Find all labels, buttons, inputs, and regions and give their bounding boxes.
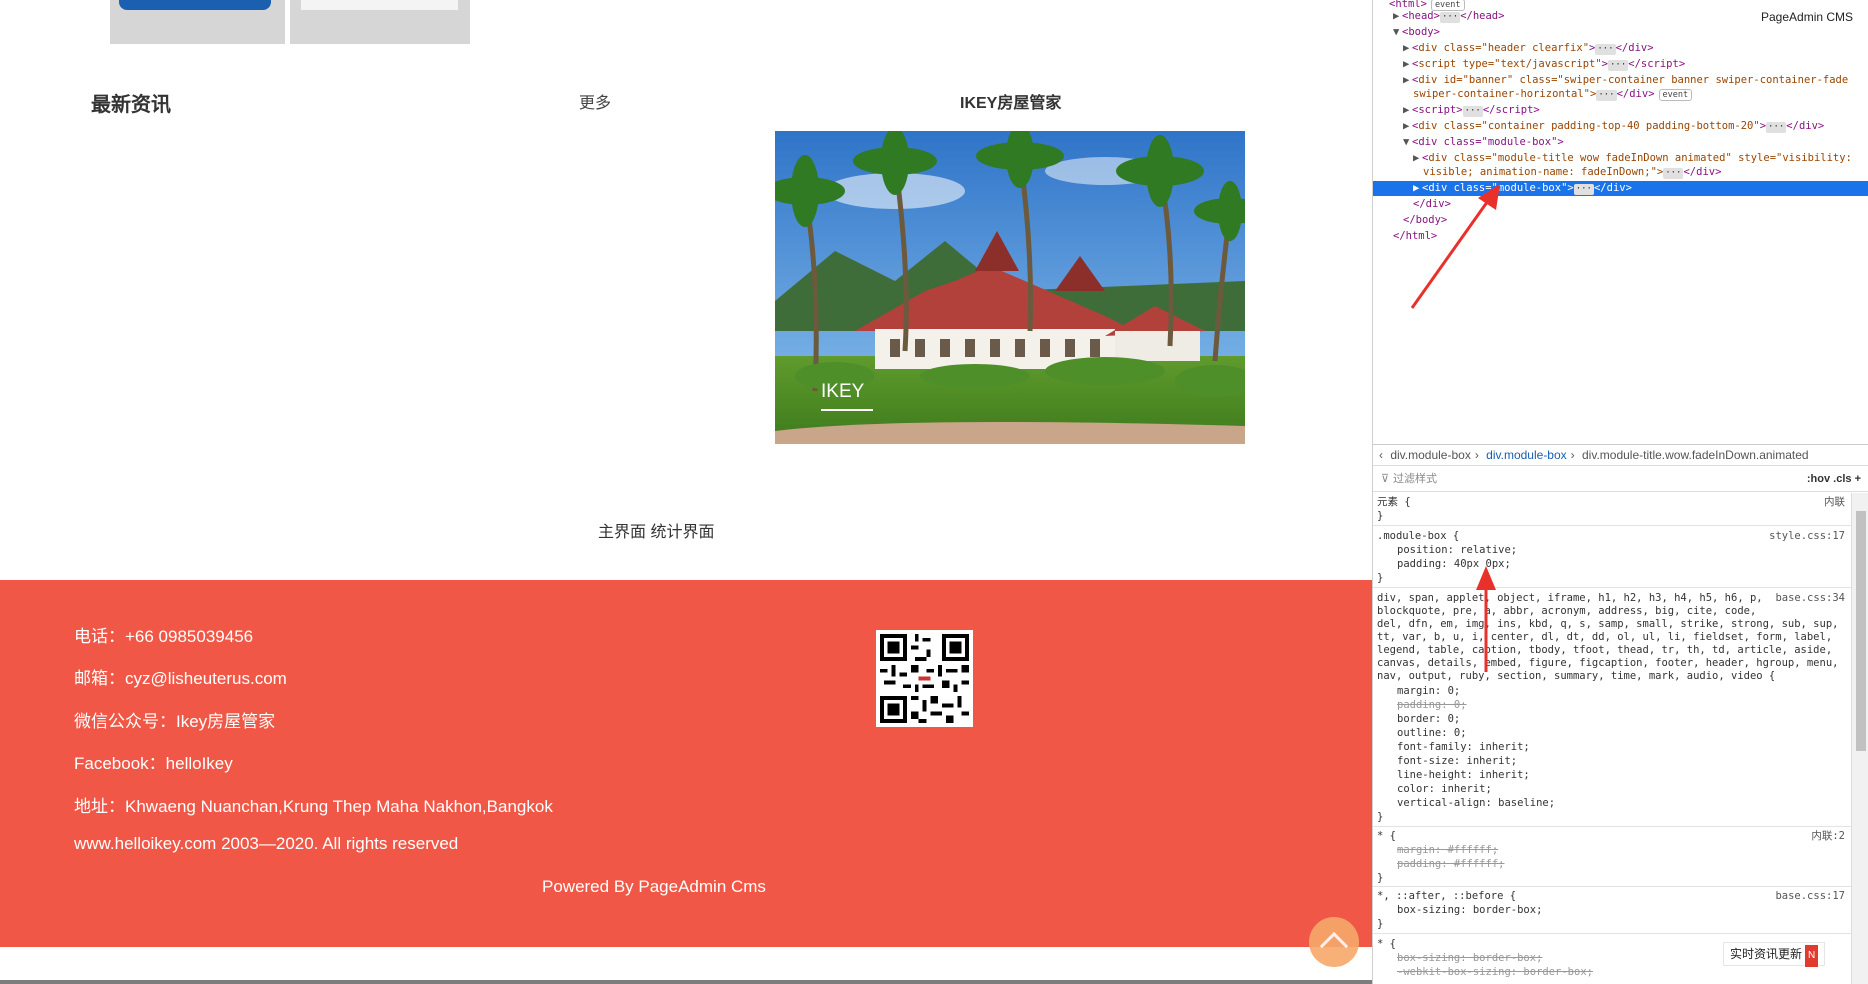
prop-vertical-align[interactable]: vertical-align: baseline; xyxy=(1397,796,1868,810)
dom-line-module-title-cont: visible; animation-name: fadeInDown;"> ··… xyxy=(1423,166,1722,179)
prop-box-sizing[interactable]: box-sizing: border-box; xyxy=(1397,903,1868,917)
prop-line-height[interactable]: line-height: inherit; xyxy=(1397,768,1868,782)
footer-phone: 电话：+66 0985039456 xyxy=(74,627,254,646)
devtools-panel: PageAdmin CMS <html> event ▶ <head> ··· </he… xyxy=(1372,0,1868,984)
dom-line-selected[interactable]: ▶ <div class="module-box"> ··· </div> xyxy=(1373,181,1868,196)
house-photo[interactable]: IKEY xyxy=(775,131,1245,444)
close-brace: } xyxy=(1377,510,1384,522)
news-heading: 最新资讯 xyxy=(91,94,171,116)
top-card-left xyxy=(110,0,285,44)
website-viewport: 最新资讯 更多 IKEY房屋管家 IKEY 主界面 统计界面 电话：+66 09… xyxy=(0,0,1372,984)
dom-line-body-close[interactable]: </body> xyxy=(1373,213,1868,228)
prop-margin[interactable]: margin: 0; xyxy=(1397,684,1868,698)
dom-line-script2[interactable]: ▶ <script> ··· </script> xyxy=(1373,103,1868,118)
dom-line-container[interactable]: ▶ <div class="container padding-top-40 pa… xyxy=(1373,119,1868,134)
prop-padding-overridden[interactable]: padding: 0; xyxy=(1397,698,1868,712)
chevron-left-icon[interactable]: ‹ xyxy=(1379,448,1383,462)
footer-copyright: www.helloikey.com 2003—2020. All rights … xyxy=(74,834,459,853)
photo-caption: IKEY xyxy=(821,381,865,402)
prop-font-size[interactable]: font-size: inherit; xyxy=(1397,754,1868,768)
prop-webkit-box-sizing[interactable]: -webkit-box-sizing: border-box; xyxy=(1397,965,1868,979)
rule-box-sizing[interactable]: *, ::after, ::before {base.css:17 xyxy=(1377,889,1855,903)
dom-line-script1[interactable]: ▶ <script type="text/javascript"> ··· </scr… xyxy=(1373,57,1868,72)
footer-address: 地址：Khwaeng Nuanchan,Krung Thep Maha Nakh… xyxy=(74,797,553,816)
filter-icon: ⊽ xyxy=(1381,473,1390,485)
dom-tree: <html> event ▶ <head> ··· </head> ▼ <body> ▶ <… xyxy=(1373,0,1868,440)
prop-outline[interactable]: outline: 0; xyxy=(1397,726,1868,740)
close-brace: } xyxy=(1377,572,1384,584)
page-bottom xyxy=(0,947,1372,984)
scrollbar-thumb[interactable] xyxy=(1856,511,1866,751)
breadcrumb: ‹ div.module-box › div.module-box › div.mo… xyxy=(1373,444,1868,466)
news-toast[interactable]: 实时资讯更新 N xyxy=(1723,942,1826,967)
styles-tools[interactable]: :hov .cls + xyxy=(1807,468,1861,491)
prop-font-family[interactable]: font-family: inherit; xyxy=(1397,740,1868,754)
styles-filter-input[interactable]: 过滤样式 xyxy=(1393,468,1437,491)
footer: 电话：+66 0985039456 邮箱：cyz@lisheuterus.com… xyxy=(0,580,1372,947)
dom-line-banner[interactable]: ▶ <div id="banner" class="swiper-containe… xyxy=(1373,73,1868,88)
prop-position[interactable]: position: relative; xyxy=(1397,543,1868,557)
styles-pane: 元素 {内联 } .module-box {style.css:17 posit… xyxy=(1373,493,1851,984)
element-style[interactable]: 元素 {内联 xyxy=(1377,495,1855,509)
breadcrumb-item[interactable]: div.module-title.wow.fadeInDown.animated xyxy=(1582,448,1809,462)
footer-wechat: 微信公众号：Ikey房屋管家 xyxy=(74,712,276,731)
footer-powered: Powered By PageAdmin Cms xyxy=(542,877,766,896)
prop-padding-invalid[interactable]: padding: #ffffff; xyxy=(1397,857,1868,871)
breadcrumb-item[interactable]: div.module-box xyxy=(1390,448,1470,462)
styles-scrollbar[interactable] xyxy=(1851,493,1868,984)
dom-line-header[interactable]: ▶ <div class="header clearfix"> ··· </div> xyxy=(1373,41,1868,56)
blue-button[interactable] xyxy=(119,0,271,10)
dom-line-html-close[interactable]: </html> xyxy=(1373,229,1868,244)
more-link[interactable]: 更多 xyxy=(579,89,611,113)
dom-line-head[interactable]: ▶ <head> ··· </head> xyxy=(1373,9,1868,24)
selector-line: nav, output, ruby, section, summary, tim… xyxy=(1377,670,1776,682)
dom-line-module-box[interactable]: ▼ <div class="module-box"> xyxy=(1373,135,1868,150)
rule-universal[interactable]: * {内联:2 xyxy=(1377,829,1855,843)
qr-code-icon xyxy=(876,630,973,727)
chevron-up-icon xyxy=(1319,931,1349,961)
breadcrumb-item-current[interactable]: div.module-box xyxy=(1486,448,1566,462)
selector-line: canvas, details, embed, figure, figcapti… xyxy=(1377,657,1839,669)
rule-reset-selector[interactable]: div, span, applet, object, iframe, h1, h… xyxy=(1377,591,1855,605)
scroll-to-top-button[interactable] xyxy=(1309,917,1359,967)
taskbar-strip xyxy=(0,980,1372,984)
styles-filter-bar: ⊽ 过滤样式 :hov .cls + xyxy=(1373,468,1868,492)
prop-border[interactable]: border: 0; xyxy=(1397,712,1868,726)
dom-line-div-close[interactable]: </div> xyxy=(1373,197,1868,212)
prop-margin-invalid[interactable]: margin: #ffffff; xyxy=(1397,843,1868,857)
switch-links: 主界面 统计界面 xyxy=(598,518,714,542)
dom-line-banner-cont: swiper-container-horizontal"> ··· </div> ev… xyxy=(1373,87,1868,102)
rule-module-box[interactable]: .module-box {style.css:17 xyxy=(1377,529,1855,543)
caption-underline xyxy=(821,409,873,411)
dom-line-module-title[interactable]: ▶ <div class="module-title wow fadeInDown… xyxy=(1373,151,1868,166)
dom-line-body[interactable]: ▼ <body> xyxy=(1373,25,1868,40)
main-view-link[interactable]: 主界面 xyxy=(598,524,646,541)
top-card-right xyxy=(290,0,470,44)
prop-color[interactable]: color: inherit; xyxy=(1397,782,1868,796)
selector-line: del, dfn, em, img, ins, kbd, q, s, samp,… xyxy=(1377,618,1839,630)
ikey-heading: IKEY房屋管家 xyxy=(960,95,1062,112)
selector-line: tt, var, b, u, i, center, dl, dt, dd, ol… xyxy=(1377,631,1833,643)
footer-email: 邮箱：cyz@lisheuterus.com xyxy=(74,669,287,688)
footer-facebook: Facebook：helloIkey xyxy=(74,754,233,773)
close-brace: } xyxy=(1377,811,1384,823)
selector-line: legend, table, caption, tbody, tfoot, th… xyxy=(1377,644,1833,656)
selector-line: blockquote, pre, a, abbr, acronym, addre… xyxy=(1377,605,1757,617)
screen: 最新资讯 更多 IKEY房屋管家 IKEY 主界面 统计界面 电话：+66 09… xyxy=(0,0,1868,984)
stats-view-link[interactable]: 统计界面 xyxy=(650,524,714,541)
new-badge: N xyxy=(1805,945,1819,967)
white-panel xyxy=(301,0,458,10)
close-brace: } xyxy=(1377,872,1384,884)
prop-padding[interactable]: padding: 40px 0px; xyxy=(1397,557,1868,571)
close-brace: } xyxy=(1377,918,1384,930)
